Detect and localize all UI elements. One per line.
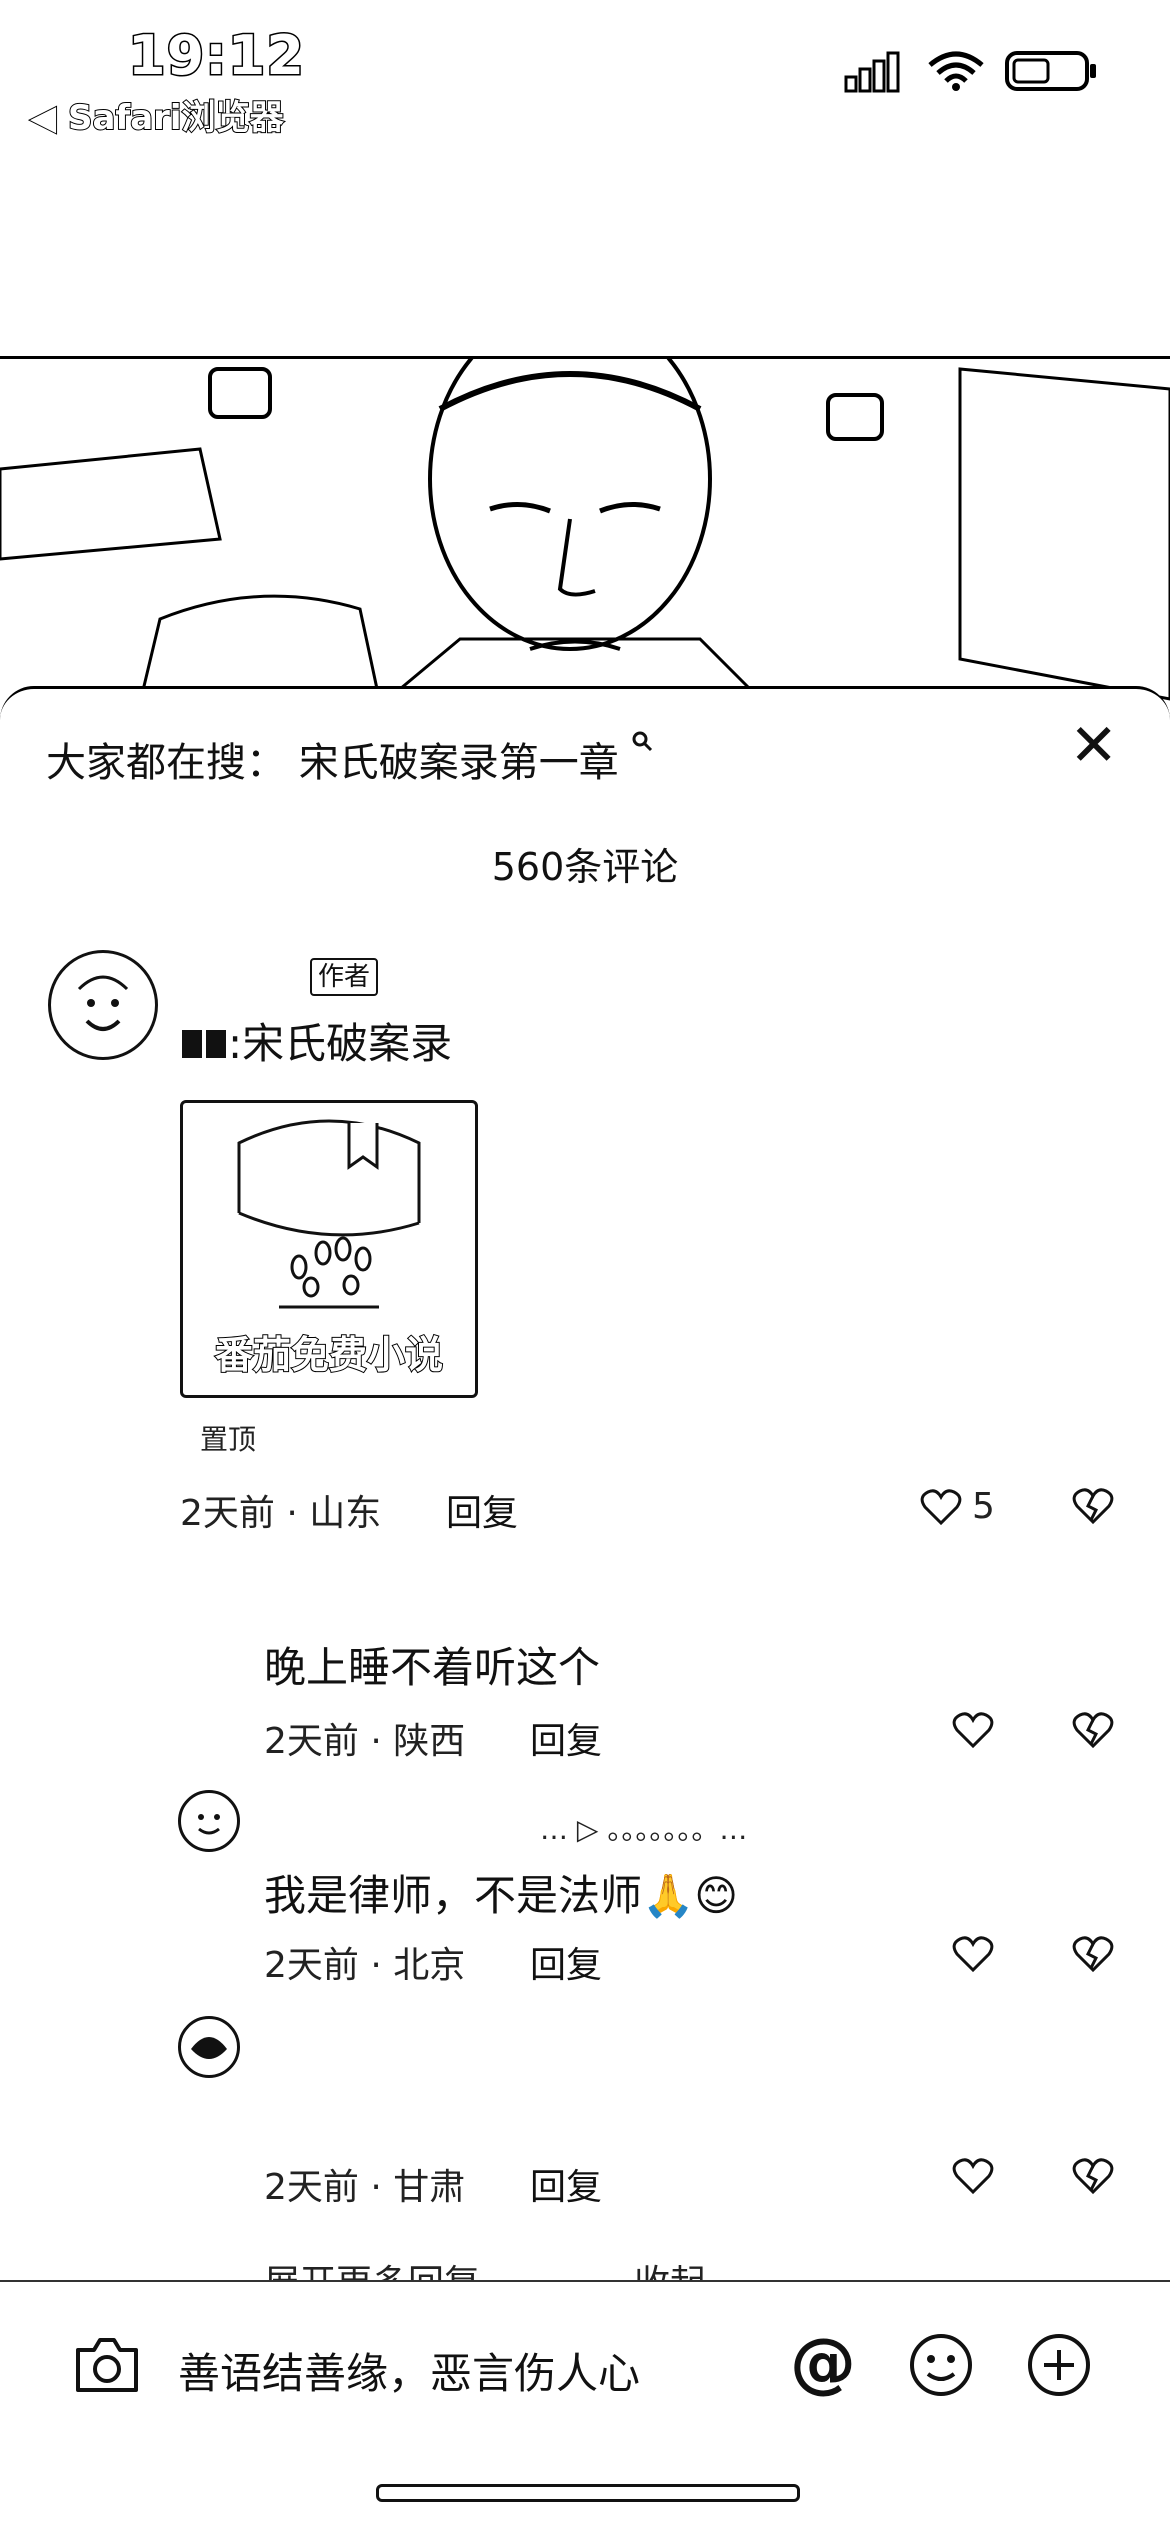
like-button[interactable] [952,2156,994,2200]
camera-icon[interactable] [72,2330,142,2400]
reply-meta: 2天前 · 北京 [264,1945,466,1986]
reply-button[interactable]: 回复 [530,2158,602,2210]
avatar[interactable] [178,2016,240,2078]
trending-search-prefix: 大家都在搜： [46,740,286,786]
avatar[interactable] [178,1790,240,1852]
broken-heart-icon [1072,2158,1114,2195]
emoji-icon[interactable] [906,2330,976,2400]
like-button[interactable] [952,1710,994,1754]
like-count: 5 [972,1486,995,1527]
reply-meta: 2天前 · 甘肃 [264,2167,466,2208]
trending-search-term[interactable]: 宋氏破案录第一章 [299,740,619,786]
reply-meta: 2天前 · 陕西 [264,1721,466,1762]
like-button[interactable] [952,1934,994,1978]
add-icon[interactable] [1024,2330,1094,2400]
heart-icon [920,1488,962,1525]
novel-card-title: 番茄免费小说 [214,1332,444,1378]
trending-search[interactable]: 大家都在搜： 宋氏破案录第一章 [46,730,653,788]
broken-heart-icon [1072,1936,1114,1973]
status-time: 19:12 [127,23,306,89]
reply-username: … ▷ 。。。。。。。… [540,1813,748,1846]
avatar-image [198,1814,220,1835]
dislike-button[interactable] [1072,2156,1114,2200]
dislike-button[interactable] [1072,1710,1114,1754]
book-icon [182,1030,226,1058]
video-player[interactable] [0,356,1170,703]
heart-icon [952,2158,994,2195]
heart-icon [952,1936,994,1973]
novel-card[interactable]: 番茄免费小说 [180,1100,478,1398]
author-avatar[interactable] [48,950,158,1060]
reply-button[interactable]: 回复 [530,1712,602,1764]
heart-icon [952,1712,994,1749]
comment-sheet [0,686,1170,2535]
mention-icon[interactable]: @ [788,2328,858,2398]
comment-meta: 2天前 · 山东 [180,1493,382,1534]
author-tag: 作者 [310,958,379,996]
battery-icon [1005,51,1096,91]
comment-count: 560条评论 [491,845,679,889]
broken-heart-icon [1072,1488,1114,1525]
comment-input[interactable]: 善语结善缘，恶言伤人心 [178,2340,640,2401]
reply-text: 晚上睡不着听这个 [264,1643,601,1692]
status-icons [844,48,1100,94]
comment-text: :宋氏破案录 [180,1010,452,1071]
broken-heart-icon [1072,1712,1114,1749]
reply-text: 我是律师，不是法师🙏😊 [264,1871,739,1920]
close-icon[interactable]: ✕ [1069,716,1118,774]
author-avatar-image [77,975,129,1031]
avatar-image [191,2037,227,2059]
dislike-button[interactable] [1072,1486,1114,1530]
reply-button[interactable]: 回复 [530,1936,602,1988]
reply-button[interactable]: 回复 [446,1484,518,1536]
signal-icon [844,51,900,93]
home-indicator[interactable] [376,2484,800,2502]
wifi-icon [928,51,984,91]
search-icon [632,731,653,752]
dislike-button[interactable] [1072,1934,1114,1978]
like-button[interactable]: 5 [920,1486,995,1527]
video-frame-image [0,359,1170,703]
back-to-safari-link[interactable]: ◀ Safari浏览器 [29,90,285,139]
pinned-label: 置顶 [200,1423,257,1456]
